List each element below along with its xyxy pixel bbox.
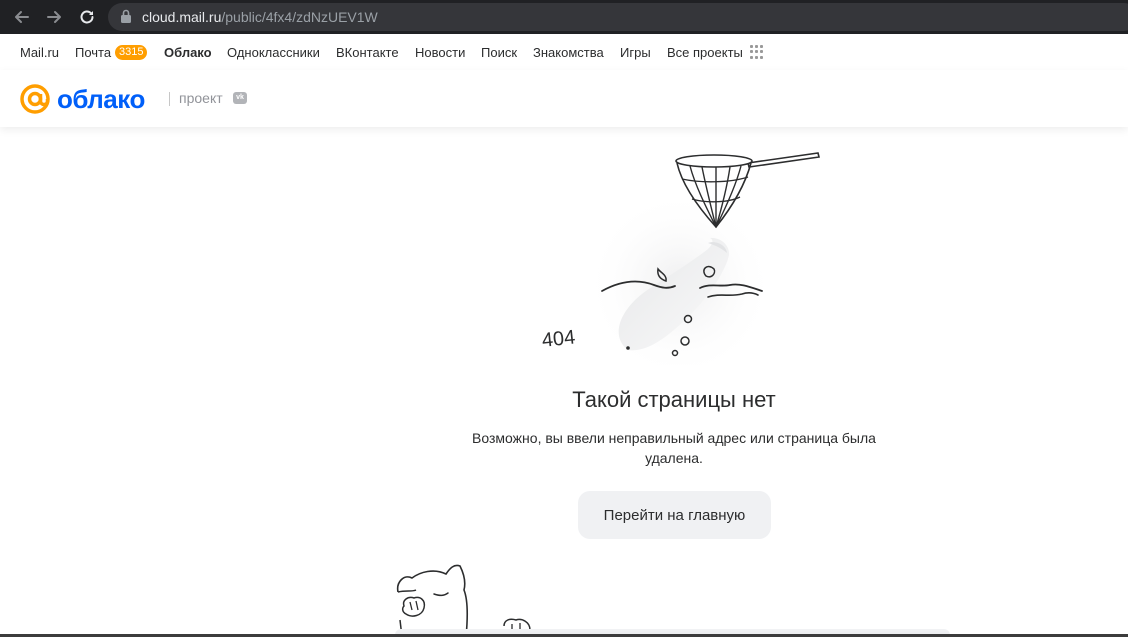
header-divider (169, 92, 170, 106)
unread-count-badge[interactable]: 3315 (115, 45, 148, 60)
go-home-button[interactable]: Перейти на главную (578, 491, 771, 539)
portal-nav: Mail.ru Почта 3315 Облако Одноклассники … (0, 34, 1128, 70)
logo-text: облако (57, 84, 145, 114)
vk-logo-icon: vk (233, 92, 247, 104)
portal-link-mail[interactable]: Почта (75, 45, 111, 60)
cloud-logo[interactable]: облако (19, 83, 145, 115)
portal-link-mailru[interactable]: Mail.ru (20, 45, 59, 60)
at-sign-logo-icon (20, 84, 50, 114)
back-arrow-icon[interactable] (10, 5, 34, 29)
portal-link-cloud[interactable]: Облако (164, 45, 212, 60)
browser-toolbar: cloud.mail.ru/public/4fx4/zdNzUEV1W (0, 0, 1128, 34)
portal-link-ok[interactable]: Одноклассники (227, 45, 320, 60)
forward-arrow-icon[interactable] (42, 5, 66, 29)
error-description: Возможно, вы ввели неправильный адрес ил… (472, 430, 876, 466)
error-title: Такой страницы нет (572, 387, 776, 412)
url-domain: cloud.mail.ru (142, 9, 222, 25)
portal-link-dating[interactable]: Знакомства (533, 45, 604, 60)
portal-link-games[interactable]: Игры (620, 45, 651, 60)
portal-link-search[interactable]: Поиск (481, 45, 517, 60)
reload-icon[interactable] (75, 5, 99, 29)
cat-illustration (396, 564, 531, 637)
portal-link-all-projects[interactable]: Все проекты (667, 45, 743, 60)
url-text[interactable]: cloud.mail.ru/public/4fx4/zdNzUEV1W (142, 9, 378, 25)
project-label: проект (179, 90, 223, 106)
error-code: 404 (541, 326, 576, 351)
address-bar[interactable]: cloud.mail.ru/public/4fx4/zdNzUEV1W (108, 3, 1128, 31)
fish-net-illustration: 404 (541, 152, 820, 365)
url-path: /public/4fx4/zdNzUEV1W (221, 9, 378, 25)
apps-grid-icon[interactable] (750, 45, 764, 59)
portal-link-vk[interactable]: ВКонтакте (336, 45, 399, 60)
lock-icon[interactable] (120, 9, 132, 29)
cloud-header: облако проект vk (0, 70, 1128, 127)
portal-link-news[interactable]: Новости (415, 45, 465, 60)
